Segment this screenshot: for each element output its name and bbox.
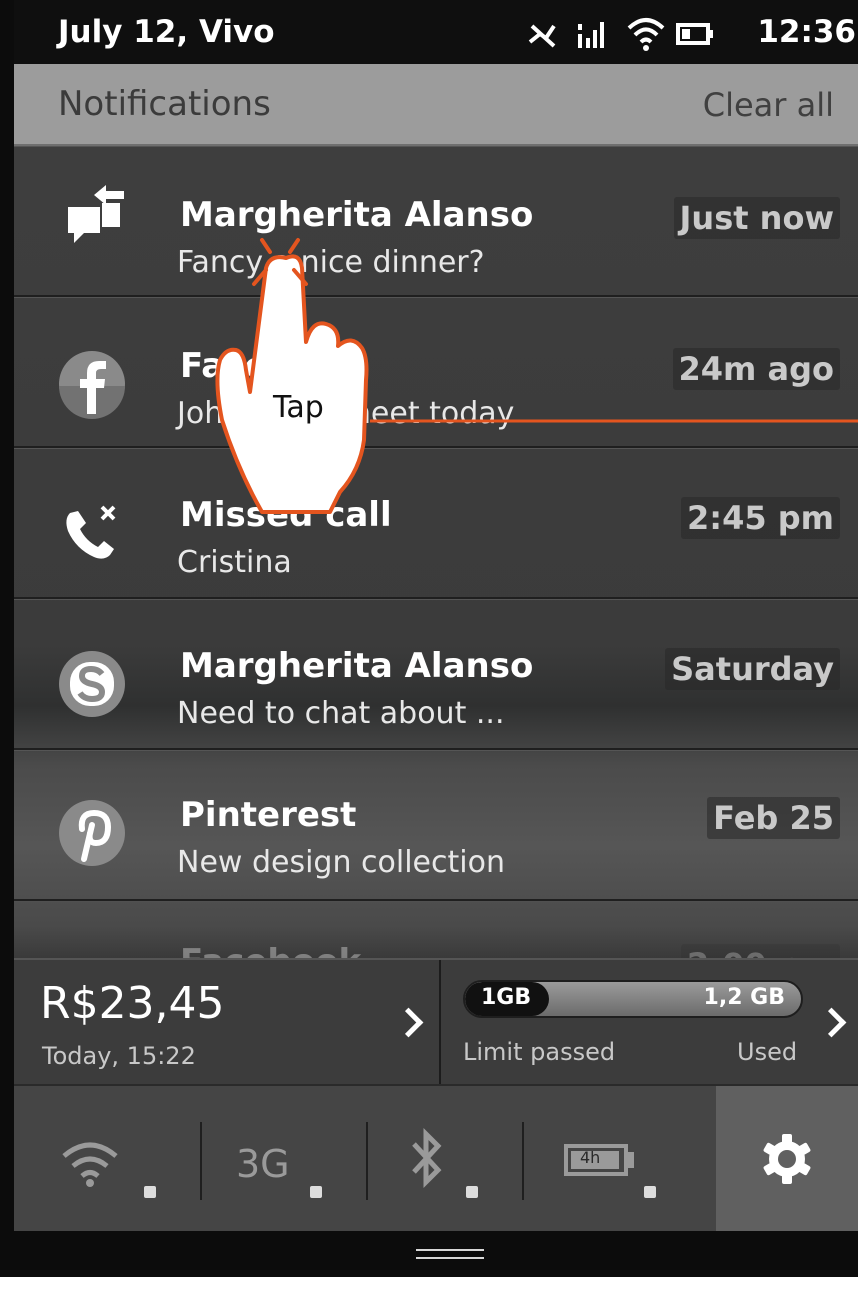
pinterest-icon [59,800,125,866]
status-bar: July 12, Vivo 12:36 [14,0,858,64]
clock: 12:36 [757,14,856,50]
wifi-icon [62,1142,118,1187]
notification-item[interactable]: Pinterest New design collection Feb 25 [14,750,858,901]
clear-all-button[interactable]: Clear all [703,86,834,124]
notification-time: 2:45 pm [681,497,840,539]
battery-toggle[interactable]: 4h [564,1136,674,1200]
notifications-header: Notifications Clear all [14,64,858,146]
notification-subtitle: Need to chat about ... [177,696,505,731]
data-used: 1,2 GB [703,985,785,1010]
phone-screen: July 12, Vivo 12:36 Notifications Clear [0,0,858,1277]
page-title: Notifications [58,84,271,124]
divider [200,1122,202,1200]
notification-time: Feb 25 [707,797,840,839]
notification-item[interactable]: Missed call Cristina 2:45 pm [14,448,858,599]
signal-icon [578,22,604,48]
wifi-icon [627,18,665,51]
notification-list[interactable]: Margherita Alanso Fancy a nice dinner? J… [14,146,858,958]
notification-time: Saturday [665,648,840,690]
status-dot [310,1186,322,1198]
missed-call-icon [66,505,116,559]
notification-time: Just now [673,197,840,239]
notification-title: Pinterest [180,795,357,835]
battery-icon [676,23,713,45]
notification-title: Facebook [180,346,362,386]
battery-icon: 4h [564,1144,628,1176]
status-dot [144,1186,156,1198]
notification-title: Margherita Alanso [180,646,534,686]
drag-handle[interactable] [416,1249,484,1259]
gear-icon [763,1134,811,1184]
notification-time: 2:00 pm [681,944,840,958]
skype-icon [59,651,125,717]
chevron-right-icon [816,1007,847,1038]
quick-settings-bar: 3G 4h [14,1084,858,1233]
limit-status: Limit passed [463,1038,616,1066]
balance-card[interactable]: R$23,45 Today, 15:22 [14,960,441,1084]
notification-item[interactable]: Margherita Alanso Fancy a nice dinner? J… [14,146,858,297]
3g-toggle[interactable]: 3G [236,1130,346,1200]
notification-item[interactable]: Facebook John: Let's meet today 24m ago [14,297,858,448]
settings-button[interactable] [716,1086,858,1233]
status-dot [466,1186,478,1198]
bluetooth-toggle[interactable] [408,1126,508,1200]
notification-item[interactable]: Facebook 2:00 pm [14,901,858,958]
usage-panel: R$23,45 Today, 15:22 1GB 1,2 GB Limit pa… [14,958,858,1084]
notification-subtitle: Cristina [177,545,292,580]
wifi-toggle[interactable] [60,1130,170,1200]
divider [522,1122,524,1200]
notification-subtitle: Fancy a nice dinner? [177,245,485,280]
status-dot [644,1186,656,1198]
data-usage-card[interactable]: 1GB 1,2 GB Limit passed Used [441,960,858,1084]
mute-icon [528,24,556,48]
notification-title: Missed call [180,495,392,535]
bluetooth-icon [412,1127,442,1189]
carrier-date: July 12, Vivo [58,14,275,50]
balance-timestamp: Today, 15:22 [42,1042,196,1070]
data-limit: 1GB [481,985,532,1010]
data-usage-bar: 1GB 1,2 GB [463,980,803,1018]
notification-title: Facebook [180,942,361,958]
battery-label: 4h [580,1148,601,1167]
navigation-bar [14,1231,858,1277]
chevron-right-icon [393,1007,424,1038]
notification-item[interactable]: Margherita Alanso Need to chat about ...… [14,599,858,750]
balance-amount: R$23,45 [40,978,225,1029]
used-label: Used [737,1038,798,1066]
facebook-icon [59,351,125,419]
notification-time: 24m ago [672,348,840,390]
divider [366,1122,368,1200]
notification-title: Margherita Alanso [180,195,534,235]
notification-subtitle: New design collection [177,845,505,880]
notification-subtitle: John: Let's meet today [177,396,515,431]
message-icon [68,185,124,243]
network-label: 3G [236,1142,290,1186]
